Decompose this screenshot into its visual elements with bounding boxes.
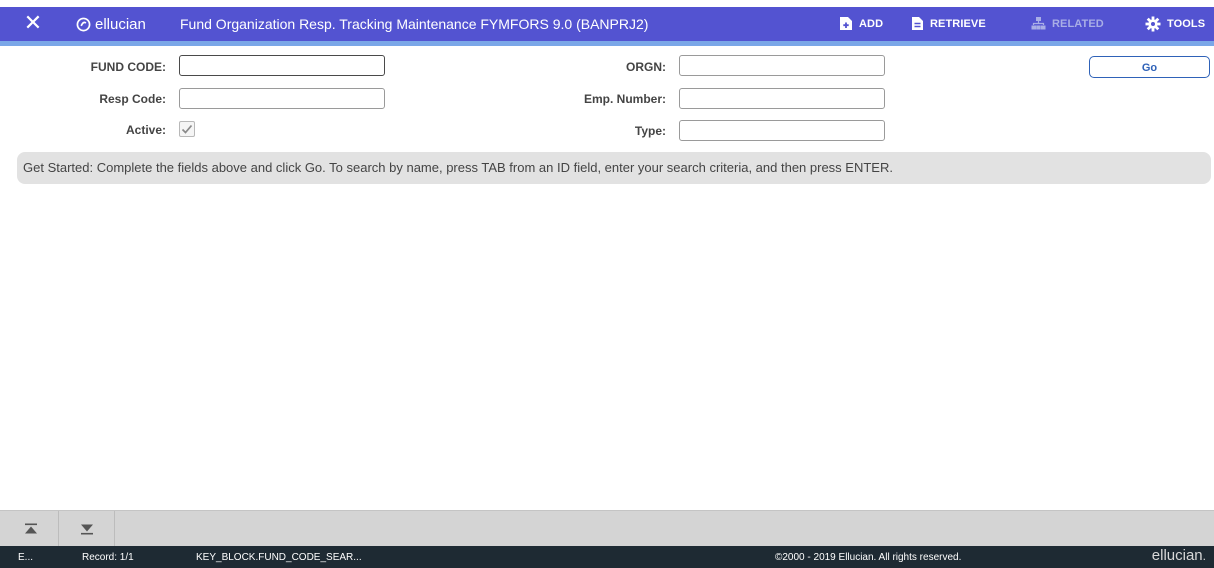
footer-brand-mark: . [1202,549,1206,563]
orgn-input[interactable] [679,55,885,76]
type-input[interactable] [679,120,885,141]
emp-number-label: Emp. Number: [583,92,666,106]
retrieve-label: RETRIEVE [930,17,986,30]
add-icon [840,17,852,30]
related-icon [1031,17,1046,30]
status-bar: E... Record: 1/1 KEY_BLOCK.FUND_CODE_SEA… [0,546,1214,568]
active-label: Active: [125,123,166,137]
emp-number-input[interactable] [679,88,885,109]
ellucian-logo-icon [76,17,91,31]
page-title: Fund Organization Resp. Tracking Mainten… [180,16,649,32]
last-record-button[interactable] [59,511,115,546]
gear-icon [1145,16,1161,32]
footer-brand-text: ellucian [1151,547,1203,564]
add-label: ADD [859,17,884,30]
first-record-icon [24,523,37,533]
first-record-button[interactable] [3,511,59,546]
related-label: RELATED [1052,17,1104,30]
resp-code-label: Resp Code: [99,92,166,106]
fund-code-input[interactable] [179,55,385,76]
tools-label: TOOLS [1167,18,1206,30]
status-mode: E... [18,552,34,563]
ellucian-logo[interactable]: ellucian [76,15,146,33]
resp-code-input[interactable] [179,88,385,109]
checkmark-icon [181,124,193,134]
record-navigation-bar [0,510,1214,546]
ellucian-footer-logo: ellucian. [1152,547,1206,564]
copyright-text: ©2000 - 2019 Ellucian. All rights reserv… [775,552,962,563]
go-button[interactable]: Go [1089,56,1210,78]
current-block-field: KEY_BLOCK.FUND_CODE_SEAR... [196,552,362,563]
retrieve-icon [912,17,923,30]
record-count: Record: 1/1 [82,552,134,563]
fund-code-label: FUND CODE: [90,60,166,74]
orgn-label: ORGN: [626,60,666,74]
logo-text: ellucian [95,15,146,33]
app-header: ✕ ellucian Fund Organization Resp. Track… [0,7,1214,41]
add-button[interactable]: ADD [839,16,883,31]
get-started-message: Get Started: Complete the fields above a… [17,152,1211,184]
retrieve-button[interactable]: RETRIEVE [911,16,986,31]
top-strip [0,0,1214,7]
last-record-icon [80,524,93,534]
active-checkbox[interactable] [179,121,195,137]
type-label: Type: [634,124,666,138]
header-accent-bar [0,41,1214,46]
close-icon[interactable]: ✕ [22,12,44,34]
tools-button[interactable]: TOOLS [1145,16,1205,32]
related-button[interactable]: RELATED [1031,16,1104,31]
